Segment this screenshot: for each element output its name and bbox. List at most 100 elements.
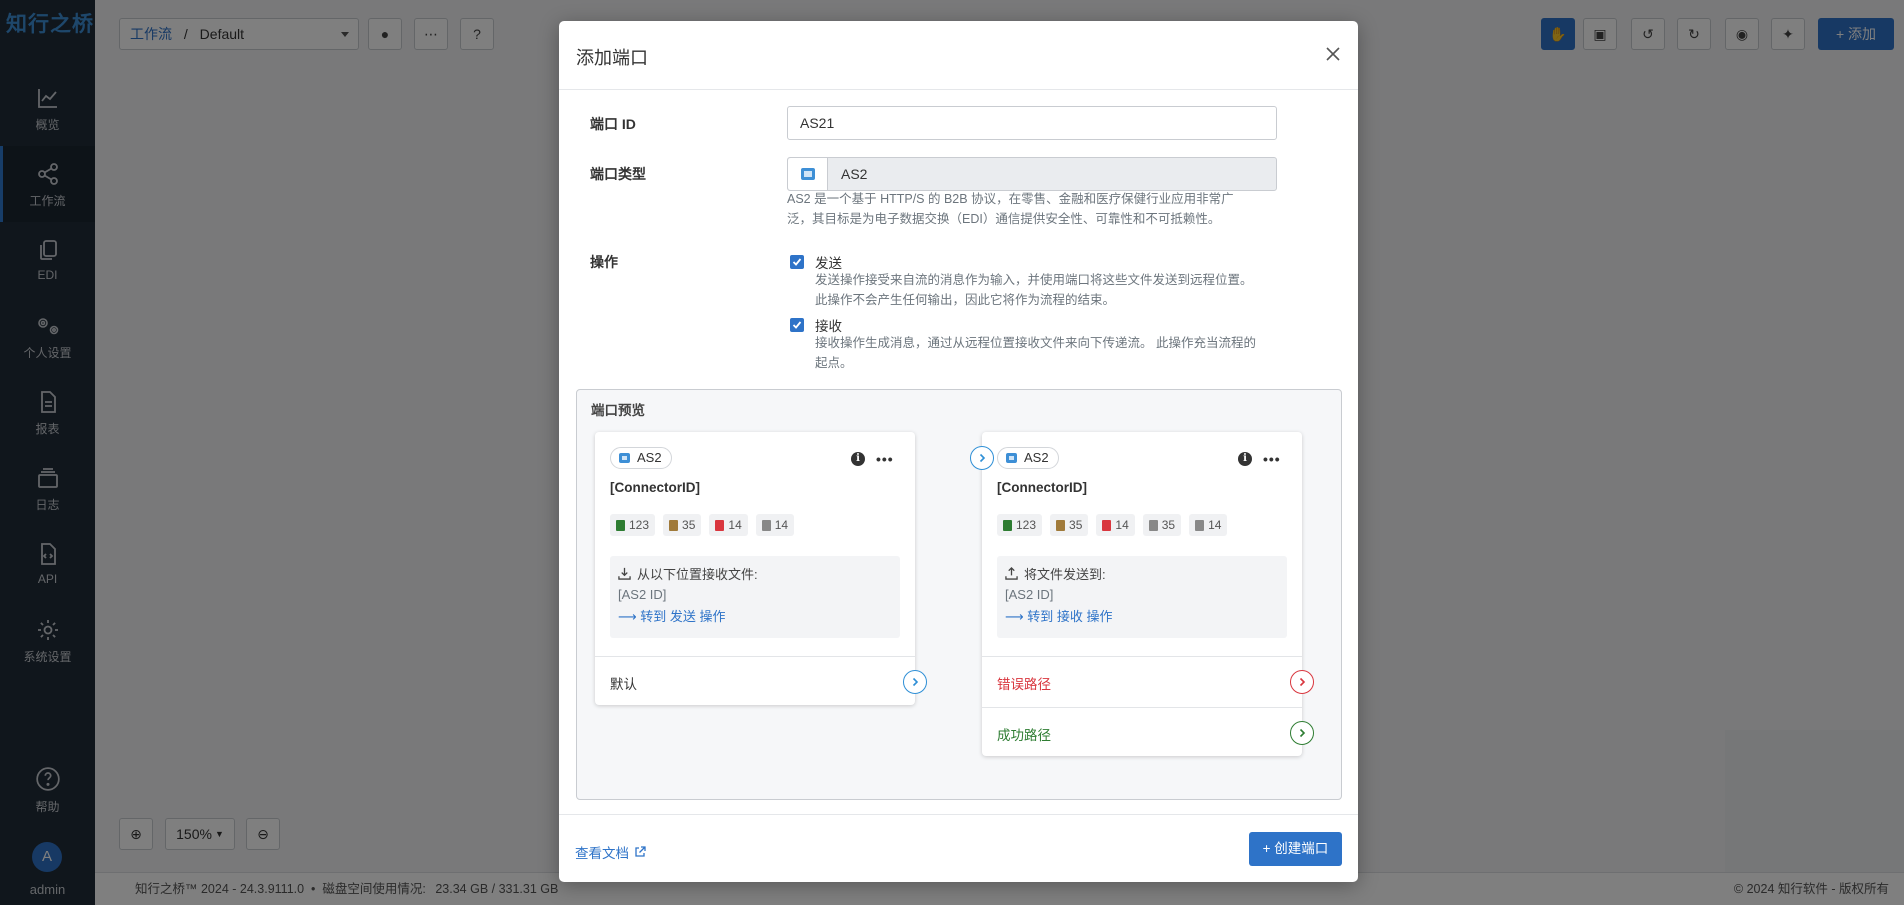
port-type-help-line-1: AS2 是一个基于 HTTP/S 的 B2B 协议，在零售、金融和医疗保健行业应… [787, 192, 1234, 206]
dialog-footer: 查看文档 + 创建端口 [559, 814, 1358, 882]
download-icon [618, 567, 631, 580]
hourglass-icon [1195, 519, 1205, 531]
chevron-right-icon [1299, 677, 1306, 687]
stat-queued: 35 [663, 514, 702, 536]
receive-label: 接收 [815, 319, 842, 334]
stat-value: 123 [1016, 518, 1037, 532]
file-zip-icon [1056, 519, 1066, 531]
file-check-icon [616, 519, 625, 531]
path-label: 成功路径 [997, 728, 1051, 743]
as2-id-placeholder: [AS2 ID] [1005, 587, 1054, 602]
info-text: 从以下位置接收文件: [637, 566, 758, 582]
default-path-connector[interactable] [903, 670, 927, 694]
stat-value: 35 [1069, 518, 1083, 532]
file-zip-icon [669, 519, 679, 531]
stat-value: 14 [774, 518, 789, 532]
port-type-help-line-2: 泛，其目标是为电子数据交换（EDI）通信提供安全性、可靠性和不可抵赖性。 [787, 212, 1221, 226]
as2-icon [619, 453, 630, 463]
doc-link-label: 查看文档 [575, 846, 629, 861]
send-description-line-1: 发送操作接受来自流的消息作为输入，并使用端口将这些文件发送到远程位置。 [815, 273, 1253, 287]
dialog-header: 添加端口 [559, 21, 1358, 90]
send-label: 发送 [815, 256, 842, 271]
stat-value: 14 [1208, 518, 1222, 532]
connector-id: [ConnectorID] [997, 480, 1087, 495]
port-id-input[interactable]: AS21 [787, 106, 1277, 140]
receive-description-line-2: 起点。 [815, 356, 853, 370]
stat-pending: 14 [1189, 514, 1228, 536]
receive-port-card[interactable]: AS2 i ••• [ConnectorID] 123 35 14 14 从以下… [595, 432, 927, 707]
external-link-icon [635, 846, 646, 857]
view-docs-link[interactable]: 查看文档 [575, 842, 646, 862]
create-port-button[interactable]: + 创建端口 [1249, 832, 1342, 866]
input-connector[interactable] [970, 446, 994, 470]
path-label: 错误路径 [997, 677, 1051, 692]
send-checkbox[interactable] [790, 255, 804, 269]
stat-value: 123 [629, 518, 650, 532]
message-stats: 123 35 14 35 14 [997, 514, 1228, 536]
operations-label: 操作 [590, 254, 618, 270]
port-type-field: AS2 [787, 157, 1277, 191]
file-error-icon [1102, 519, 1112, 531]
close-icon [1326, 47, 1340, 61]
port-id-label: 端口 ID [590, 116, 636, 132]
connector-id: [ConnectorID] [610, 480, 700, 495]
message-stats: 123 35 14 14 [610, 514, 795, 536]
stat-queued: 35 [1050, 514, 1089, 536]
add-port-dialog: 添加端口 端口 ID AS21 端口类型 AS2 AS2 是一个基于 HTTP/… [559, 21, 1358, 882]
stat-sent: 123 [610, 514, 656, 536]
info-icon[interactable]: i [1238, 452, 1252, 466]
default-path-row: 默认 [595, 656, 927, 707]
info-line: 将文件发送到: [1005, 563, 1279, 583]
chevron-right-icon [912, 677, 919, 687]
stat-errors: 14 [709, 514, 748, 536]
preview-title: 端口预览 [591, 403, 645, 418]
send-port-card[interactable]: AS2 i ••• [ConnectorID] 123 35 14 35 14 … [970, 432, 1314, 758]
upload-icon [1005, 566, 1018, 580]
send-info-box: 将文件发送到: [AS2 ID] ⟶ 转到 接收 操作 [997, 556, 1287, 638]
tag-label: AS2 [637, 450, 662, 465]
checkmark-icon [792, 321, 802, 329]
receive-checkbox[interactable] [790, 318, 804, 332]
error-path-connector[interactable] [1290, 670, 1314, 694]
path-label: 默认 [610, 677, 637, 692]
as2-id-placeholder: [AS2 ID] [618, 587, 667, 602]
goto-send-link[interactable]: ⟶ 转到 发送 操作 [618, 606, 892, 628]
receive-description-line-1: 接收操作生成消息，通过从远程位置接收文件来向下传递流。 此操作充当流程的 [815, 336, 1256, 350]
goto-receive-link[interactable]: ⟶ 转到 接收 操作 [1005, 606, 1279, 628]
error-path-row: 错误路径 [982, 656, 1314, 707]
port-type-value: AS2 [841, 166, 868, 182]
stat-files: 35 [1142, 514, 1182, 536]
info-line: 从以下位置接收文件: [618, 563, 892, 583]
file-error-icon [715, 519, 725, 531]
ellipsis-icon[interactable]: ••• [1263, 451, 1281, 467]
ellipsis-icon[interactable]: ••• [876, 451, 894, 467]
stat-sent: 123 [997, 514, 1043, 536]
success-path-row: 成功路径 [982, 707, 1314, 758]
info-icon[interactable]: i [851, 452, 865, 466]
file-icon [1148, 519, 1158, 531]
file-check-icon [1003, 519, 1012, 531]
receive-info-box: 从以下位置接收文件: [AS2 ID] ⟶ 转到 发送 操作 [610, 556, 900, 638]
stat-value: 35 [1161, 518, 1176, 532]
stat-value: 14 [1115, 518, 1129, 532]
send-description-line-2: 此操作不会产生任何输出，因此它将作为流程的结束。 [815, 293, 1116, 307]
tag-label: AS2 [1024, 450, 1049, 465]
port-type-tag: AS2 [997, 447, 1059, 469]
stat-errors: 14 [1096, 514, 1135, 536]
stat-value: 14 [728, 518, 742, 532]
dialog-title: 添加端口 [576, 48, 648, 68]
port-type-tag: AS2 [610, 447, 672, 469]
checkmark-icon [792, 258, 802, 266]
chevron-right-icon [1299, 728, 1306, 738]
port-preview: 端口预览 AS2 i ••• [ConnectorID] 123 35 14 1… [576, 389, 1342, 800]
port-type-label: 端口类型 [590, 166, 646, 182]
info-text: 将文件发送到: [1024, 566, 1106, 582]
close-button[interactable] [1320, 41, 1346, 67]
as2-icon [788, 158, 828, 190]
as2-icon [1006, 453, 1017, 463]
hourglass-icon [761, 519, 771, 531]
success-path-connector[interactable] [1290, 721, 1314, 745]
stat-pending: 14 [755, 514, 795, 536]
stat-value: 35 [682, 518, 696, 532]
chevron-right-icon [979, 453, 986, 463]
